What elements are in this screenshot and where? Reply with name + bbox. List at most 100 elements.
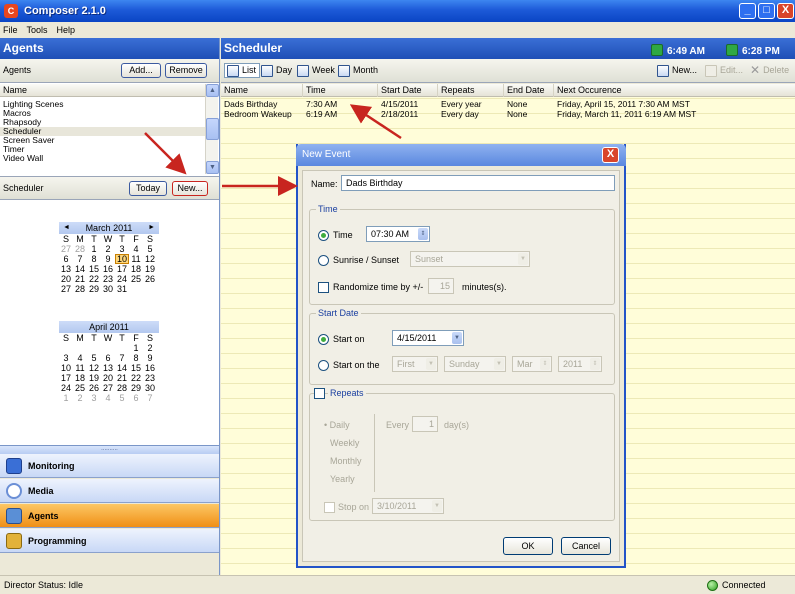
calendar-day[interactable]: 5 (143, 244, 157, 254)
calendar-day[interactable]: 14 (73, 264, 87, 274)
column-header-name[interactable]: Name (221, 84, 303, 97)
calendar-day[interactable]: 5 (115, 393, 129, 403)
calendar-day[interactable]: 28 (115, 383, 129, 393)
column-header-end-date[interactable]: End Date (504, 84, 554, 97)
agents-scrollbar[interactable]: ▲ ▼ (205, 84, 219, 174)
delete-event-button[interactable]: ✕ Delete (750, 63, 789, 78)
calendar-day[interactable]: 12 (87, 363, 101, 373)
minimize-button[interactable]: _ (739, 3, 756, 19)
chevron-down-icon[interactable]: ▼ (494, 358, 504, 370)
calendar-day[interactable]: 9 (143, 353, 157, 363)
calendar-day[interactable]: 17 (59, 373, 73, 383)
new-event-button[interactable]: New... (657, 63, 697, 78)
calendar-day[interactable]: 8 (129, 353, 143, 363)
calendar-day[interactable]: 9 (101, 254, 115, 264)
chevron-down-icon[interactable]: ▼ (432, 500, 442, 512)
calendar-day[interactable]: 1 (87, 244, 101, 254)
calendar-day[interactable]: 4 (73, 353, 87, 363)
calendar-day[interactable]: 3 (59, 353, 73, 363)
new-event-mini-button[interactable]: New... (172, 181, 208, 196)
ordinal-select[interactable]: First ▼ (392, 356, 438, 372)
calendar-day[interactable]: 28 (73, 284, 87, 294)
add-agent-button[interactable]: Add... (121, 63, 161, 78)
scroll-down-icon[interactable]: ▼ (206, 161, 219, 174)
calendar-day[interactable]: 29 (87, 284, 101, 294)
repeat-option-yearly[interactable]: Yearly (330, 474, 355, 484)
calendar-day[interactable]: 2 (143, 343, 157, 353)
calendar-day[interactable]: 20 (101, 373, 115, 383)
column-header-next-occurence[interactable]: Next Occurence (554, 84, 795, 97)
calendar-day[interactable]: 25 (129, 274, 143, 284)
calendar-day[interactable]: 11 (73, 363, 87, 373)
event-name-input[interactable]: Dads Birthday (341, 175, 615, 191)
calendar-day[interactable]: 11 (129, 254, 143, 264)
time-spinner[interactable]: 07:30 AM ⇕ (366, 226, 430, 242)
nav-monitoring-button[interactable]: Monitoring (0, 454, 219, 478)
calendar-day[interactable]: 24 (115, 274, 129, 284)
nav-media-button[interactable]: Media (0, 479, 219, 503)
calendar-day[interactable]: 13 (59, 264, 73, 274)
calendar-day[interactable]: 22 (129, 373, 143, 383)
calendar-day[interactable]: 4 (101, 393, 115, 403)
calendar-day[interactable]: 1 (129, 343, 143, 353)
start-on-radio[interactable] (318, 334, 329, 345)
column-header-time[interactable]: Time (303, 84, 378, 97)
calendar-day[interactable]: 1 (59, 393, 73, 403)
view-day-button[interactable]: Day (261, 63, 292, 78)
menu-file[interactable]: File (3, 25, 18, 35)
edit-event-button[interactable]: Edit... (705, 63, 743, 78)
repeat-option-daily[interactable]: • Daily (324, 420, 350, 430)
spinner-icon[interactable]: ⇕ (590, 358, 600, 370)
view-week-button[interactable]: Week (297, 63, 335, 78)
calendar-day[interactable]: 10 (115, 254, 129, 264)
maximize-button[interactable]: □ (758, 3, 775, 19)
dialog-close-button[interactable]: X (602, 147, 619, 163)
calendar-day[interactable]: 30 (101, 284, 115, 294)
close-window-button[interactable]: X (777, 3, 794, 19)
chevron-down-icon[interactable]: ▼ (452, 332, 462, 344)
prev-month-icon[interactable]: ◄ (63, 222, 70, 234)
calendar-day[interactable]: 26 (143, 274, 157, 284)
stop-on-date-picker[interactable]: 3/10/2011 ▼ (372, 498, 444, 514)
chevron-down-icon[interactable]: ▼ (426, 358, 436, 370)
calendar-day[interactable]: 3 (87, 393, 101, 403)
calendar-day[interactable]: 27 (59, 284, 73, 294)
calendar-day[interactable]: 7 (115, 353, 129, 363)
calendar-day[interactable]: 3 (115, 244, 129, 254)
menu-tools[interactable]: Tools (27, 25, 48, 35)
agent-item-video-wall[interactable]: Video Wall (3, 154, 43, 163)
nav-programming-button[interactable]: Programming (0, 529, 219, 553)
chevron-down-icon[interactable]: ▼ (518, 253, 528, 265)
start-on-the-radio[interactable] (318, 360, 329, 371)
remove-agent-button[interactable]: Remove (165, 63, 207, 78)
calendar-day[interactable]: 8 (87, 254, 101, 264)
menu-help[interactable]: Help (57, 25, 76, 35)
calendar-day[interactable]: 6 (59, 254, 73, 264)
calendar-day[interactable]: 19 (87, 373, 101, 383)
randomize-checkbox[interactable] (318, 282, 329, 293)
calendar-day[interactable]: 19 (143, 264, 157, 274)
every-input[interactable]: 1 (412, 416, 438, 432)
weekday-select[interactable]: Sunday ▼ (444, 356, 506, 372)
calendar-day[interactable]: 28 (73, 244, 87, 254)
calendar-day[interactable]: 21 (73, 274, 87, 284)
calendar-day[interactable]: 2 (73, 393, 87, 403)
calendar-day[interactable]: 17 (115, 264, 129, 274)
calendar-day[interactable]: 15 (87, 264, 101, 274)
calendar-day[interactable]: 27 (59, 244, 73, 254)
repeat-option-monthly[interactable]: Monthly (330, 456, 362, 466)
cancel-button[interactable]: Cancel (561, 537, 611, 555)
calendar-day[interactable]: 26 (87, 383, 101, 393)
calendar-day[interactable]: 6 (101, 353, 115, 363)
month-spinner[interactable]: Mar ⇕ (512, 356, 552, 372)
calendar-day[interactable]: 4 (129, 244, 143, 254)
calendar-day[interactable]: 14 (115, 363, 129, 373)
spinner-icon[interactable]: ⇕ (540, 358, 550, 370)
time-radio[interactable] (318, 230, 329, 241)
calendar-day[interactable]: 23 (143, 373, 157, 383)
randomize-minutes-input[interactable]: 15 (428, 278, 454, 294)
agents-column-header[interactable]: Name (0, 84, 205, 97)
calendar-day[interactable]: 29 (129, 383, 143, 393)
calendar-day[interactable]: 2 (101, 244, 115, 254)
calendar-day[interactable]: 7 (73, 254, 87, 264)
